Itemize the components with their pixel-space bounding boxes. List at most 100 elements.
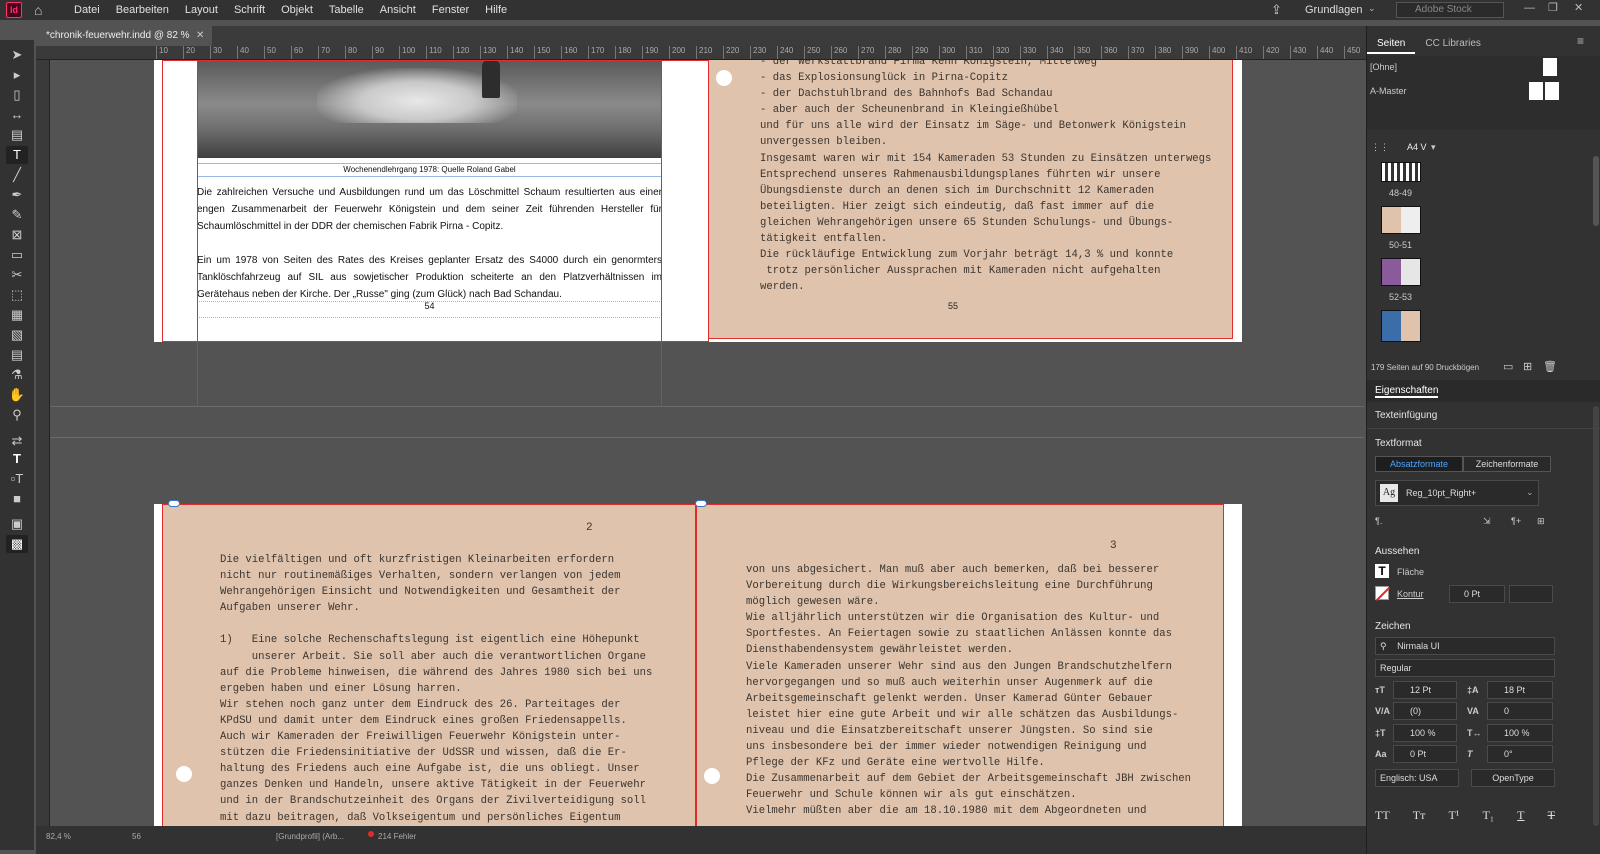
grip-icon[interactable]: ⋮⋮	[1371, 142, 1389, 153]
normal-view-icon[interactable]: ■	[6, 490, 28, 508]
menu-datei[interactable]: Datei	[66, 0, 108, 20]
menu-schrift[interactable]: Schrift	[226, 0, 273, 20]
master-a-right-thumb[interactable]	[1545, 82, 1559, 100]
zoom-tool-icon[interactable]: ⚲	[6, 406, 28, 424]
menu-ansicht[interactable]: Ansicht	[372, 0, 424, 20]
vertical-scale-field[interactable]: 100 %	[1393, 724, 1457, 742]
swap-colors-icon[interactable]: ⇄	[6, 432, 28, 450]
panel-menu-icon[interactable]: ≡	[1577, 34, 1584, 48]
tab-pages[interactable]: Seiten	[1367, 34, 1416, 54]
document-tab[interactable]: *chronik-feuerwehr.indd @ 82 %	[36, 26, 212, 46]
formatting-text-icon[interactable]: T	[6, 450, 28, 468]
superscript-button[interactable]: T¹	[1448, 808, 1459, 824]
hand-tool-icon[interactable]: ✋	[6, 386, 28, 404]
menu-tabelle[interactable]: Tabelle	[321, 0, 372, 20]
formatting-container-icon[interactable]: ▫T	[6, 470, 28, 488]
horizontal-scale-field[interactable]: 100 %	[1487, 724, 1553, 742]
font-style-select[interactable]: Regular	[1375, 659, 1555, 677]
close-tab-icon[interactable]: ✕	[196, 26, 204, 46]
properties-scrollbar[interactable]	[1593, 406, 1599, 826]
stroke-none-icon[interactable]	[1375, 586, 1391, 602]
menu-objekt[interactable]: Objekt	[273, 0, 321, 20]
content-collector-icon[interactable]: ▤	[6, 126, 28, 144]
stroke-label[interactable]: Kontur	[1397, 589, 1424, 599]
strikethrough-button[interactable]: T	[1548, 808, 1555, 824]
type-tool-icon[interactable]: T	[6, 146, 28, 164]
tab-paragraph-styles[interactable]: Absatzformate	[1375, 456, 1463, 472]
subscript-button[interactable]: T₁	[1483, 808, 1495, 824]
zoom-level[interactable]: 82,4 %	[46, 832, 71, 841]
pages-scrollbar[interactable]	[1593, 156, 1599, 226]
menu-layout[interactable]: Layout	[177, 0, 226, 20]
fill-swatch-icon[interactable]: T	[1375, 564, 1389, 578]
delete-page-icon[interactable]: 🗑	[1543, 360, 1557, 373]
close-icon[interactable]: ✕	[1574, 0, 1583, 16]
language-select[interactable]: Englisch: USA	[1375, 769, 1459, 787]
chevron-down-icon[interactable]: ▾	[1431, 142, 1436, 153]
spread-thumb-50-51[interactable]	[1381, 206, 1421, 234]
stroke-type-select[interactable]	[1509, 585, 1553, 603]
baseline-shift-field[interactable]: 0 Pt	[1393, 745, 1457, 763]
pencil-tool-icon[interactable]: ✎	[6, 206, 28, 224]
opentype-button[interactable]: OpenType	[1471, 769, 1555, 787]
eyedropper-tool-icon[interactable]: ⚗	[6, 366, 28, 384]
restore-icon[interactable]: ❐	[1548, 0, 1558, 16]
chevron-down-icon[interactable]: ⌄	[1368, 3, 1376, 14]
load-style-icon[interactable]: ⇲	[1483, 516, 1491, 527]
page-size-select[interactable]: A4 V	[1407, 142, 1427, 152]
spread-thumb-52-53[interactable]	[1381, 258, 1421, 286]
master-none[interactable]: [Ohne]	[1370, 62, 1397, 72]
workspace-switcher[interactable]: Grundlagen	[1305, 0, 1363, 20]
document-canvas[interactable]: Wochenendlehrgang 1978: Quelle Roland Ga…	[50, 60, 1364, 850]
pen-tool-icon[interactable]: ✒	[6, 186, 28, 204]
vertical-ruler[interactable]	[36, 60, 50, 850]
gap-tool-icon[interactable]: ↔	[6, 106, 28, 124]
menu-hilfe[interactable]: Hilfe	[477, 0, 515, 20]
direct-selection-tool-icon[interactable]: ▸	[6, 66, 28, 84]
menu-fenster[interactable]: Fenster	[424, 0, 477, 20]
link-icon[interactable]	[695, 500, 707, 507]
preflight-errors[interactable]: 214 Fehler	[378, 832, 416, 841]
spread-thumb-48-49[interactable]	[1381, 162, 1421, 182]
menu-bearbeiten[interactable]: Bearbeiten	[108, 0, 177, 20]
scissors-tool-icon[interactable]: ✂	[6, 266, 28, 284]
underline-button[interactable]: T	[1517, 808, 1524, 824]
free-transform-tool-icon[interactable]: ⬚	[6, 286, 28, 304]
gradient-tool-icon[interactable]: ▦	[6, 306, 28, 324]
spread-thumb-54-55[interactable]	[1381, 310, 1421, 342]
tab-character-styles[interactable]: Zeichenformate	[1463, 456, 1551, 472]
kerning-field[interactable]: (0)	[1393, 702, 1457, 720]
preview-mode-icon[interactable]: ▩	[6, 535, 28, 553]
new-page-icon[interactable]: ⊞	[1523, 360, 1532, 373]
share-icon[interactable]: ⇪	[1271, 2, 1282, 18]
screen-mode-icon[interactable]: ▣	[6, 515, 28, 533]
page-tool-icon[interactable]: ▯	[6, 86, 28, 104]
master-a[interactable]: A-Master	[1370, 86, 1407, 96]
stroke-weight-field[interactable]: 0 Pt	[1449, 585, 1505, 603]
clear-overrides-icon[interactable]: ¶+	[1511, 516, 1521, 526]
master-none-thumb[interactable]	[1543, 58, 1557, 76]
master-a-left-thumb[interactable]	[1529, 82, 1543, 100]
pilcrow-icon[interactable]: ¶.	[1375, 516, 1382, 526]
tab-cc-libraries[interactable]: CC Libraries	[1415, 34, 1491, 54]
rectangle-tool-icon[interactable]: ▭	[6, 246, 28, 264]
font-family-select[interactable]: ⚲ Nirmala UI	[1375, 637, 1555, 655]
leading-field[interactable]: 18 Pt	[1487, 681, 1553, 699]
horizontal-ruler[interactable]: 10 20 30 40 50 60 70 80 90 100 110 120 130 140 150 160 1…	[36, 46, 1384, 60]
preflight-profile[interactable]: [Grundprofil] (Arb...	[276, 832, 344, 841]
page-field[interactable]: 56	[132, 832, 141, 841]
adobe-stock-search[interactable]: Adobe Stock	[1396, 2, 1504, 18]
paragraph-style-select[interactable]: Ag Reg_10pt_Right+ ⌄	[1375, 480, 1539, 506]
new-style-icon[interactable]: ⊞	[1537, 516, 1545, 527]
page-size-icon[interactable]: ▭	[1503, 360, 1513, 373]
link-icon[interactable]	[168, 500, 180, 507]
small-caps-button[interactable]: Tт	[1413, 808, 1426, 824]
skew-field[interactable]: 0°	[1487, 745, 1553, 763]
tracking-field[interactable]: 0	[1487, 702, 1553, 720]
gradient-feather-tool-icon[interactable]: ▧	[6, 326, 28, 344]
rectangle-frame-tool-icon[interactable]: ⊠	[6, 226, 28, 244]
font-size-field[interactable]: 12 Pt	[1393, 681, 1457, 699]
properties-title[interactable]: Eigenschaften	[1375, 385, 1439, 398]
minimize-icon[interactable]: —	[1524, 0, 1535, 16]
note-tool-icon[interactable]: ▤	[6, 346, 28, 364]
